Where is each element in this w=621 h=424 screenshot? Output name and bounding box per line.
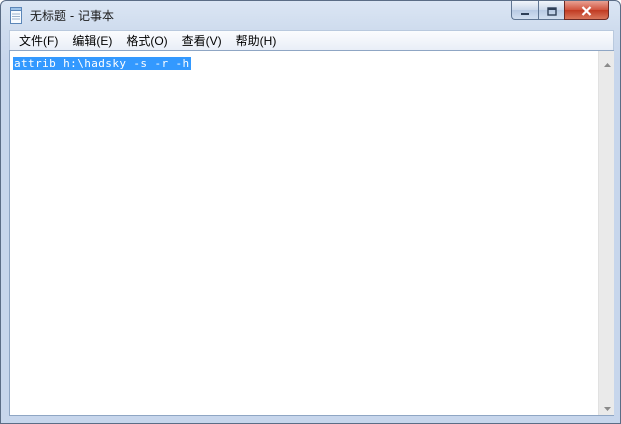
menu-file[interactable]: 文件(F) — [12, 32, 65, 50]
window-title: 无标题 - 记事本 — [30, 9, 114, 23]
menu-edit[interactable]: 编辑(E) — [65, 32, 119, 50]
close-icon — [581, 1, 592, 20]
window-bottom-frame — [9, 416, 614, 424]
selected-text[interactable]: attrib h:\hadsky -s -r -h — [13, 57, 191, 70]
scroll-up-arrow-icon — [603, 52, 611, 71]
caption-buttons — [511, 1, 615, 21]
menu-format[interactable]: 格式(O) — [119, 32, 174, 50]
notepad-window: 无标题 - 记事本 文件(F) 编辑(E) 格式(O) 查看(V) 帮助(H) … — [0, 0, 621, 424]
scroll-up-button[interactable] — [599, 53, 615, 69]
maximize-icon — [546, 1, 557, 20]
minimize-button[interactable] — [511, 1, 538, 20]
menu-bar: 文件(F) 编辑(E) 格式(O) 查看(V) 帮助(H) — [9, 30, 614, 50]
notepad-icon[interactable] — [9, 7, 23, 24]
text-editor[interactable]: attrib h:\hadsky -s -r -h — [9, 50, 614, 416]
minimize-icon — [520, 1, 530, 20]
title-bar[interactable]: 无标题 - 记事本 — [1, 1, 620, 30]
menu-help[interactable]: 帮助(H) — [229, 32, 284, 50]
scroll-down-arrow-icon — [603, 396, 611, 415]
scroll-down-button[interactable] — [599, 397, 615, 413]
maximize-button[interactable] — [538, 1, 564, 20]
menu-view[interactable]: 查看(V) — [175, 32, 229, 50]
editor-content[interactable]: attrib h:\hadsky -s -r -h — [13, 57, 191, 70]
close-button[interactable] — [564, 1, 609, 20]
vertical-scrollbar[interactable] — [598, 51, 614, 415]
